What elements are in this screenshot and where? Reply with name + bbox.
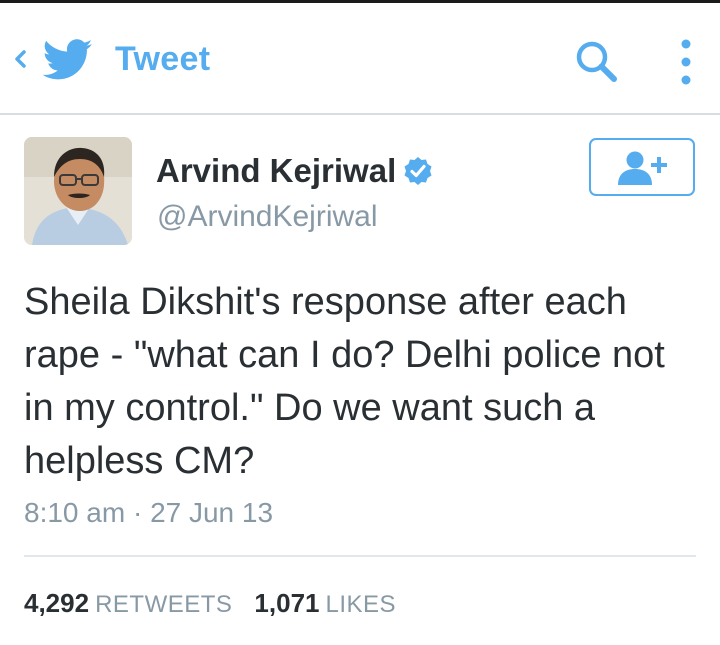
likes-stat[interactable]: 1,071 LIKES bbox=[254, 588, 396, 618]
verified-icon bbox=[402, 155, 434, 187]
tweet-timestamp[interactable]: 8:10 am · 27 Jun 13 bbox=[24, 497, 273, 529]
divider bbox=[24, 555, 696, 557]
tweet-text: Sheila Dikshit's response after each rap… bbox=[24, 281, 665, 482]
tweet-date: 27 Jun 13 bbox=[150, 497, 274, 528]
back-icon bbox=[15, 50, 26, 68]
retweets-stat[interactable]: 4,292 RETWEETS bbox=[24, 588, 232, 618]
retweets-count: 4,292 bbox=[24, 588, 90, 618]
back-button[interactable] bbox=[10, 39, 30, 79]
more-vertical-icon bbox=[681, 39, 691, 85]
tweet-time: 8:10 am bbox=[24, 497, 126, 528]
author-name[interactable]: Arvind Kejriwal bbox=[156, 152, 396, 190]
author-handle[interactable]: @ArvindKejriwal bbox=[157, 200, 378, 234]
likes-label: LIKES bbox=[325, 591, 397, 618]
tweet-stats: 4,292 RETWEETS 1,071 LIKES bbox=[24, 588, 396, 619]
twitter-bird-icon bbox=[42, 39, 94, 81]
timestamp-separator: · bbox=[132, 497, 143, 528]
follow-user-icon bbox=[618, 151, 667, 185]
page-title: Tweet bbox=[115, 40, 211, 78]
search-button[interactable] bbox=[574, 39, 620, 85]
search-icon bbox=[576, 41, 617, 82]
more-options-button[interactable] bbox=[676, 37, 696, 87]
follow-button[interactable] bbox=[589, 138, 695, 196]
app-header: Tweet bbox=[0, 3, 720, 115]
avatar[interactable] bbox=[24, 137, 132, 245]
likes-count: 1,071 bbox=[254, 588, 320, 618]
retweets-label: RETWEETS bbox=[95, 591, 233, 618]
